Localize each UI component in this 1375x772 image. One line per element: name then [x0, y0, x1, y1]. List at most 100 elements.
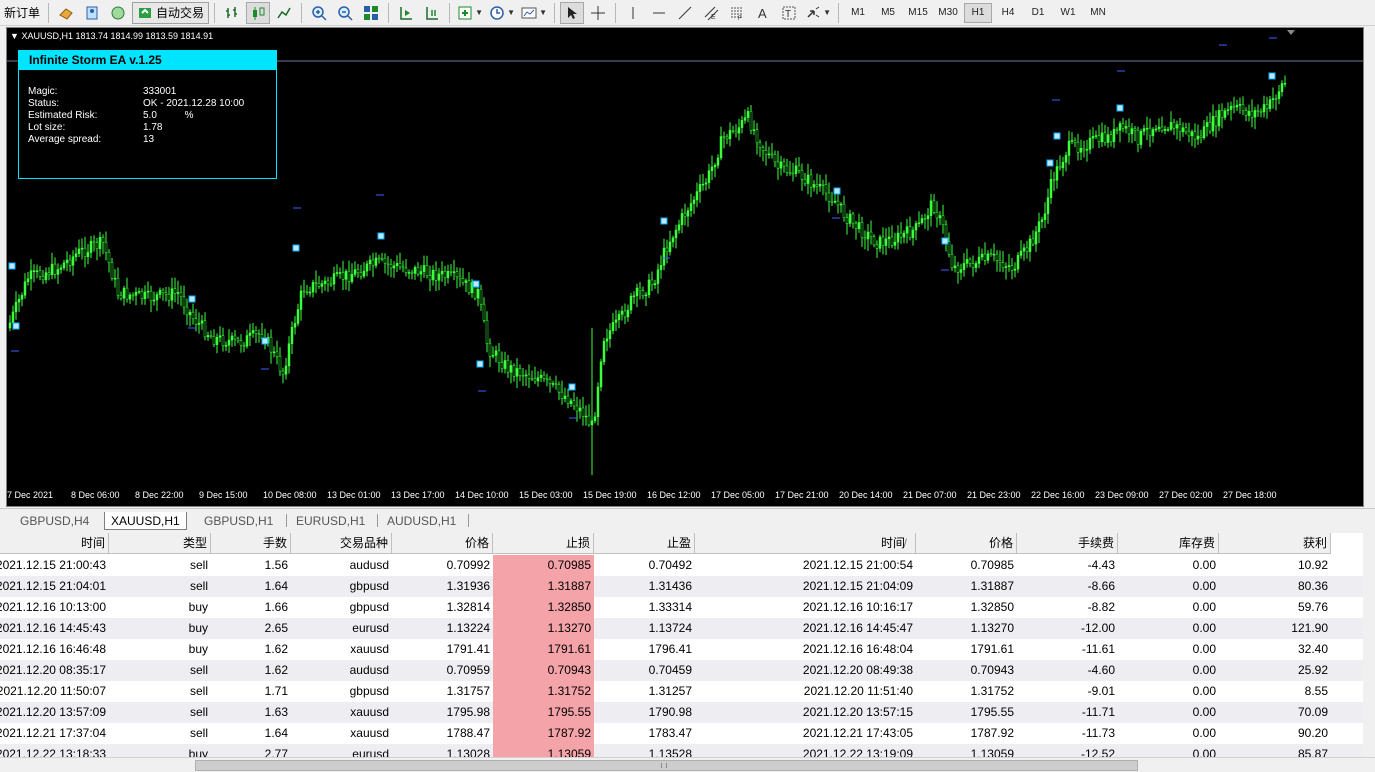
tab-gbpusd-h1[interactable]: GBPUSD,H1	[198, 512, 279, 530]
zoom-out-icon[interactable]	[333, 2, 357, 24]
line-chart-icon[interactable]	[272, 2, 296, 24]
candle-body	[743, 117, 747, 121]
candle-body	[452, 271, 456, 273]
ea-row-value: OK - 2021.12.28 10:00	[143, 98, 245, 109]
candle-body	[614, 319, 618, 323]
column-header[interactable]: 价格	[392, 533, 493, 554]
tab-eurusd-h1[interactable]: EURUSD,H1	[290, 512, 371, 530]
navigator-icon[interactable]	[106, 2, 130, 24]
timeframe-mn[interactable]: MN	[1084, 2, 1112, 24]
table-row[interactable]: 2021.12.20 13:57:09 sell 1.63 xauusd 1795.98…	[0, 702, 1363, 723]
candle-body	[935, 211, 939, 219]
candle-body	[431, 269, 435, 281]
market-watch-icon[interactable]	[54, 2, 78, 24]
candle-body	[434, 269, 438, 281]
timeframe-m5[interactable]: M5	[874, 2, 902, 24]
table-cell: 1787.92	[493, 723, 594, 744]
column-header[interactable]: 时间	[695, 533, 916, 554]
column-header[interactable]: 手续费	[1017, 533, 1118, 554]
candlestick-icon[interactable]	[246, 1, 271, 24]
toolbar-separator	[449, 2, 451, 23]
arrows-icon[interactable]: ▼	[803, 2, 833, 24]
timeframe-w1[interactable]: W1	[1054, 2, 1082, 24]
table-row[interactable]: 2021.12.15 21:00:43 sell 1.56 audusd 0.70992…	[0, 555, 1363, 576]
candle-body	[575, 405, 579, 412]
text-label-icon[interactable]: T	[777, 2, 801, 24]
table-row[interactable]: 2021.12.15 21:04:01 sell 1.64 gbpusd 1.31936…	[0, 576, 1363, 597]
timeframe-h1[interactable]: H1	[964, 2, 993, 23]
auto-scroll-icon[interactable]	[394, 2, 418, 24]
zoom-in-icon[interactable]	[307, 2, 331, 24]
column-header[interactable]: 类型	[109, 533, 211, 554]
column-header[interactable]: 库存费	[1118, 533, 1219, 554]
table-row[interactable]: 2021.12.20 08:35:17 sell 1.62 audusd 0.70959…	[0, 660, 1363, 681]
chart-shift-icon[interactable]	[420, 2, 444, 24]
candle-body	[245, 335, 249, 347]
table-row[interactable]: 2021.12.16 16:46:48 buy 1.62 xauusd 1791.41 1…	[0, 639, 1363, 660]
data-window-icon[interactable]	[80, 2, 104, 24]
candle-body	[572, 400, 576, 407]
table-row[interactable]: 2021.12.16 14:45:43 buy 2.65 eurusd 1.13224 1…	[0, 618, 1363, 639]
table-row[interactable]: 2021.12.16 10:13:00 buy 1.66 gbpusd 1.32814 1…	[0, 597, 1363, 618]
trendline-icon[interactable]	[673, 2, 697, 24]
table-horizontal-scrollbar[interactable]	[0, 757, 1375, 772]
candle-body	[1247, 110, 1251, 116]
candle-body	[1199, 135, 1203, 138]
time-axis-label: 17 Dec 05:00	[711, 490, 765, 500]
time-axis-label: 13 Dec 17:00	[391, 490, 445, 500]
timeframe-d1[interactable]: D1	[1024, 2, 1052, 24]
column-header[interactable]: 时间	[0, 533, 109, 554]
vertical-line-icon[interactable]	[621, 2, 645, 24]
candle-body	[524, 374, 528, 377]
column-header[interactable]: 交易品种	[291, 533, 392, 554]
crosshair-icon[interactable]	[586, 2, 610, 24]
tile-windows-icon[interactable]	[359, 2, 383, 24]
candle-body	[428, 275, 432, 281]
table-cell: 0.70992	[446, 558, 490, 572]
trade-marker	[1053, 132, 1061, 140]
candle-body	[509, 365, 513, 373]
candle-body	[95, 242, 99, 249]
column-header[interactable]: 手数	[211, 533, 291, 554]
indicators-icon[interactable]: ▼	[455, 2, 485, 24]
auto-trade-icon	[139, 7, 152, 18]
horizontal-scroll-thumb[interactable]	[195, 760, 1138, 771]
candle-body	[413, 267, 417, 274]
table-cell: 80.36	[1297, 579, 1328, 593]
column-header[interactable]: 止盈	[594, 533, 695, 554]
timeframe-m15[interactable]: M15	[904, 2, 932, 24]
column-header[interactable]: 价格	[916, 533, 1017, 554]
price-chart[interactable]: ▼ XAUUSD,H1 1813.74 1814.99 1813.59 1814…	[6, 27, 1364, 507]
timeframe-m30[interactable]: M30	[934, 2, 962, 24]
timeframe-m1[interactable]: M1	[844, 2, 872, 24]
tab-audusd-h1[interactable]: AUDUSD,H1	[381, 512, 462, 530]
periods-icon[interactable]: ▼	[487, 2, 517, 24]
candle-body	[548, 379, 552, 385]
candle-body	[653, 283, 657, 286]
bar-chart-icon[interactable]	[220, 2, 244, 24]
auto-trade-button[interactable]: 自动交易	[132, 1, 210, 24]
tab-gbpusd-h4[interactable]: GBPUSD,H4	[14, 512, 95, 530]
candle-body	[656, 269, 660, 284]
candle-body	[638, 287, 642, 291]
table-row[interactable]: 2021.12.20 11:50:07 sell 1.71 gbpusd 1.31757…	[0, 681, 1363, 702]
timeframe-h4[interactable]: H4	[994, 2, 1022, 24]
cursor-icon[interactable]	[560, 1, 585, 24]
table-cell: sell	[189, 705, 208, 719]
candle-body	[887, 236, 891, 240]
column-header[interactable]: 止损	[493, 533, 594, 554]
chart-shift-marker-icon[interactable]	[1287, 30, 1295, 35]
templates-icon[interactable]: ▼	[519, 2, 549, 24]
column-header[interactable]: 获利	[1219, 533, 1331, 554]
equidistant-channel-icon[interactable]: E	[699, 2, 723, 24]
candle-body	[311, 282, 315, 293]
table-vertical-scrollbar[interactable]	[1364, 533, 1375, 759]
text-icon[interactable]: A	[751, 2, 775, 24]
fibonacci-icon[interactable]: F	[725, 2, 749, 24]
horizontal-line-icon[interactable]	[647, 2, 671, 24]
tab-xauusd-h1[interactable]: XAUUSD,H1	[104, 512, 187, 530]
new-order-button[interactable]: 新订单	[1, 2, 43, 24]
table-row[interactable]: 2021.12.21 17:37:04 sell 1.64 xauusd 1788.47…	[0, 723, 1363, 744]
candle-body	[923, 218, 927, 220]
table-cell: buy	[188, 600, 208, 614]
